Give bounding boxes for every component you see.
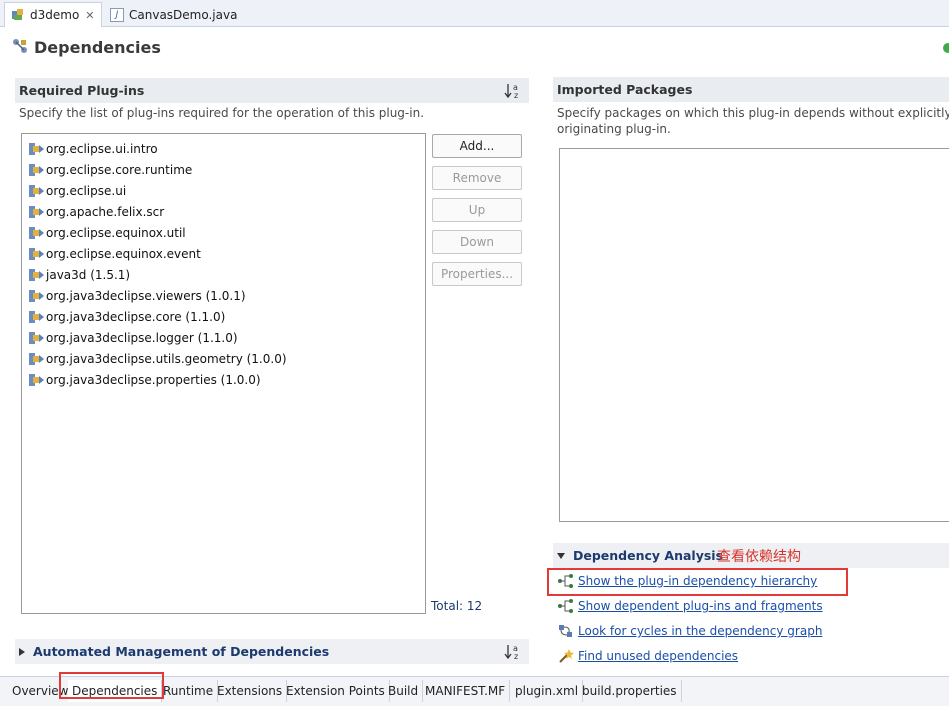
magic-wand-icon bbox=[557, 648, 575, 664]
find-unused-dependencies-link[interactable]: Find unused dependencies bbox=[557, 647, 738, 665]
list-item[interactable]: org.java3declipse.core (1.1.0) bbox=[22, 306, 425, 327]
plugin-icon bbox=[27, 309, 45, 325]
plugin-icon bbox=[27, 372, 45, 388]
sort-az-icon[interactable]: az bbox=[504, 82, 522, 100]
editor-tab-canvasdemo[interactable]: J CanvasDemo.java bbox=[104, 2, 243, 27]
remove-button[interactable]: Remove bbox=[432, 166, 522, 190]
section-title: Dependency Analysis bbox=[573, 548, 724, 563]
plugin-icon bbox=[27, 162, 45, 178]
section-title: Automated Management of Dependencies bbox=[33, 644, 330, 659]
list-item[interactable]: org.eclipse.ui bbox=[22, 180, 425, 201]
down-button[interactable]: Down bbox=[432, 230, 522, 254]
plugin-manifest-icon bbox=[11, 8, 25, 22]
highlight-box bbox=[547, 568, 848, 596]
tab-build[interactable]: Build bbox=[384, 680, 424, 702]
annotation-text: 查看依赖结构 bbox=[717, 549, 801, 565]
java-file-icon: J bbox=[110, 7, 124, 22]
list-item[interactable]: org.eclipse.equinox.util bbox=[22, 222, 425, 243]
hierarchy-icon bbox=[557, 598, 575, 614]
up-button[interactable]: Up bbox=[432, 198, 522, 222]
tab-extensions[interactable]: Extensions bbox=[213, 680, 288, 702]
tab-runtime[interactable]: Runtime bbox=[159, 680, 219, 702]
imported-packages-list[interactable] bbox=[559, 148, 949, 522]
sort-az-icon[interactable]: az bbox=[504, 643, 522, 661]
editor-tab-bar: d3demo ✕ J CanvasDemo.java bbox=[0, 0, 949, 27]
required-plugins-description: Specify the list of plug-ins required fo… bbox=[19, 106, 425, 120]
plugin-icon bbox=[27, 246, 45, 262]
plugin-icon bbox=[27, 288, 45, 304]
list-item[interactable]: java3d (1.5.1) bbox=[22, 264, 425, 285]
properties-button[interactable]: Properties... bbox=[432, 262, 522, 286]
status-indicator-icon bbox=[943, 43, 949, 53]
page-title: Dependencies bbox=[34, 37, 161, 57]
list-item[interactable]: org.eclipse.core.runtime bbox=[22, 159, 425, 180]
highlight-box bbox=[59, 672, 164, 699]
required-plugins-list[interactable]: org.eclipse.ui.intro org.eclipse.core.ru… bbox=[21, 133, 426, 614]
tab-plugin-xml[interactable]: plugin.xml bbox=[511, 680, 584, 702]
svg-text:z: z bbox=[514, 652, 518, 661]
svg-text:z: z bbox=[514, 91, 518, 100]
tab-extension-points[interactable]: Extension Points bbox=[282, 680, 390, 702]
collapse-icon bbox=[557, 552, 565, 559]
automated-management-header[interactable]: Automated Management of Dependencies bbox=[15, 639, 529, 664]
close-icon[interactable]: ✕ bbox=[85, 9, 94, 22]
editor-tab-d3demo[interactable]: d3demo ✕ bbox=[4, 2, 102, 27]
plugin-icon bbox=[27, 267, 45, 283]
show-dependent-plugins-link[interactable]: Show dependent plug-ins and fragments bbox=[557, 597, 823, 615]
imported-packages-header: Imported Packages bbox=[553, 77, 949, 102]
expand-icon bbox=[19, 647, 25, 656]
section-title: Imported Packages bbox=[557, 82, 693, 97]
tab-manifest[interactable]: MANIFEST.MF bbox=[421, 680, 511, 702]
list-item[interactable]: org.java3declipse.viewers (1.0.1) bbox=[22, 285, 425, 306]
editor-tab-label: CanvasDemo.java bbox=[129, 7, 238, 22]
plugin-icon bbox=[27, 330, 45, 346]
section-title: Required Plug-ins bbox=[19, 83, 145, 98]
page-header: Dependencies bbox=[12, 36, 161, 58]
plugin-icon bbox=[27, 225, 45, 241]
total-count: Total: 12 bbox=[431, 599, 483, 613]
list-item[interactable]: org.eclipse.equinox.event bbox=[22, 243, 425, 264]
imported-packages-description: Specify packages on which this plug-in d… bbox=[557, 106, 949, 136]
list-item[interactable]: org.java3declipse.utils.geometry (1.0.0) bbox=[22, 348, 425, 369]
cycle-icon bbox=[557, 623, 575, 639]
add-button[interactable]: Add... bbox=[432, 134, 522, 158]
plugin-icon bbox=[27, 351, 45, 367]
list-item[interactable]: org.apache.felix.scr bbox=[22, 201, 425, 222]
list-item[interactable]: org.java3declipse.logger (1.1.0) bbox=[22, 327, 425, 348]
look-for-cycles-link[interactable]: Look for cycles in the dependency graph bbox=[557, 622, 822, 640]
plugin-icon bbox=[27, 183, 45, 199]
list-item[interactable]: org.java3declipse.properties (1.0.0) bbox=[22, 369, 425, 390]
plugin-icon bbox=[27, 141, 45, 157]
dependencies-icon bbox=[12, 38, 28, 57]
plugin-icon bbox=[27, 204, 45, 220]
tab-build-properties[interactable]: build.properties bbox=[578, 680, 682, 702]
required-plugins-header: Required Plug-ins bbox=[15, 78, 529, 103]
list-item[interactable]: org.eclipse.ui.intro bbox=[22, 138, 425, 159]
editor-tab-label: d3demo bbox=[30, 8, 80, 22]
